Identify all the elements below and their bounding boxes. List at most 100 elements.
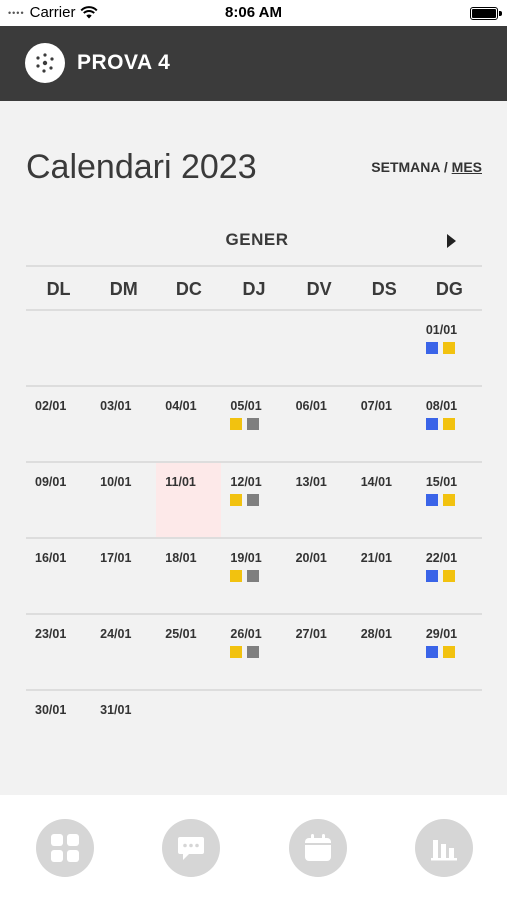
calendar-day-cell[interactable]: 12/01	[221, 463, 286, 537]
status-bar: •••• Carrier 8:06 AM	[0, 0, 507, 26]
calendar-day-cell[interactable]: 18/01	[156, 539, 221, 613]
event-markers	[425, 494, 482, 506]
blue-event-marker	[425, 494, 438, 506]
weekday-header: DL DM DC DJ DV DS DG	[26, 265, 482, 311]
calendar-empty-cell	[417, 691, 482, 767]
event-markers	[425, 646, 482, 658]
blue-event-marker	[425, 570, 438, 582]
day-date: 10/01	[100, 475, 132, 489]
view-switch: SETMANA / MES	[371, 159, 482, 175]
event-markers	[230, 570, 286, 582]
calendar-day-cell[interactable]: 24/01	[91, 615, 156, 689]
view-separator: /	[439, 159, 452, 175]
calendar-day-cell[interactable]: 31/01	[91, 691, 156, 767]
day-date: 25/01	[165, 627, 197, 641]
calendar-day-cell[interactable]: 03/01	[91, 387, 156, 461]
gray-event-marker	[247, 494, 260, 506]
yellow-event-marker	[230, 570, 243, 582]
calendar-day-cell[interactable]: 02/01	[26, 387, 91, 461]
calendar-day-cell[interactable]: 17/01	[91, 539, 156, 613]
next-month-arrow-icon[interactable]	[447, 234, 456, 248]
day-date: 21/01	[360, 551, 392, 565]
day-date: 22/01	[425, 551, 458, 565]
month-view-link[interactable]: MES	[452, 159, 482, 175]
calendar-day-cell[interactable]: 30/01	[26, 691, 91, 767]
tab-chat-button[interactable]	[162, 819, 220, 877]
day-date: 05/01	[230, 399, 262, 413]
weekday-label: DM	[109, 279, 138, 299]
tab-stats-button[interactable]	[415, 819, 473, 877]
day-date: 26/01	[230, 627, 262, 641]
calendar-day-cell[interactable]: 25/01	[156, 615, 221, 689]
calendar-day-cell[interactable]: 14/01	[352, 463, 417, 537]
calendar-day-cell[interactable]: 05/01	[221, 387, 286, 461]
tab-grid-button[interactable]	[36, 819, 94, 877]
weekday-label: DJ	[242, 279, 266, 299]
calendar-day-cell[interactable]: 27/01	[287, 615, 352, 689]
calendar-day-cell[interactable]: 11/01	[156, 463, 222, 537]
calendar-day-cell[interactable]: 06/01	[287, 387, 352, 461]
event-markers	[230, 646, 286, 658]
yellow-event-marker	[230, 494, 243, 506]
calendar-day-cell[interactable]: 13/01	[287, 463, 352, 537]
calendar-day-cell[interactable]: 10/01	[91, 463, 156, 537]
app-title: PROVA 4	[77, 51, 171, 74]
day-date: 04/01	[165, 399, 197, 413]
event-markers	[230, 418, 286, 430]
day-date: 07/01	[360, 399, 392, 413]
app-logo-icon	[25, 43, 65, 83]
calendar-day-cell[interactable]: 04/01	[156, 387, 221, 461]
day-date: 31/01	[100, 703, 132, 717]
app-header: PROVA 4	[0, 26, 507, 101]
calendar-day-cell[interactable]: 20/01	[287, 539, 352, 613]
bar-chart-icon	[431, 840, 457, 861]
calendar-week-row: 16/01 17/01 18/01 19/01 20/01 21/01 22/01	[26, 539, 482, 615]
calendar-day-cell[interactable]: 19/01	[221, 539, 286, 613]
day-date: 13/01	[295, 475, 327, 489]
event-markers	[425, 418, 482, 430]
calendar-empty-cell	[221, 691, 286, 767]
yellow-event-marker	[442, 342, 455, 354]
calendar-empty-cell	[156, 311, 221, 385]
calendar-day-cell[interactable]: 23/01	[26, 615, 91, 689]
day-date: 18/01	[165, 551, 197, 565]
day-date: 20/01	[295, 551, 327, 565]
calendar-day-cell[interactable]: 29/01	[417, 615, 482, 689]
tab-calendar-button[interactable]	[289, 819, 347, 877]
month-navigation: GENER	[26, 230, 482, 254]
calendar-day-cell[interactable]: 16/01	[26, 539, 91, 613]
chat-icon	[178, 837, 204, 860]
calendar-icon	[305, 834, 331, 861]
grid-icon	[51, 834, 79, 862]
yellow-event-marker	[442, 570, 455, 582]
day-date: 11/01	[165, 475, 196, 489]
calendar-empty-cell	[26, 311, 91, 385]
calendar-week-row: 30/01 31/01	[26, 691, 482, 767]
day-date: 24/01	[100, 627, 132, 641]
calendar-title: Calendari 2023	[26, 148, 257, 186]
calendar-day-cell[interactable]: 21/01	[352, 539, 417, 613]
calendar-day-cell[interactable]: 22/01	[417, 539, 482, 613]
calendar-empty-cell	[287, 311, 352, 385]
bottom-tab-bar	[0, 795, 507, 900]
calendar-day-cell[interactable]: 08/01	[417, 387, 482, 461]
week-view-link[interactable]: SETMANA	[371, 159, 440, 175]
calendar-empty-cell	[91, 311, 156, 385]
day-date: 16/01	[35, 551, 67, 565]
calendar-day-cell[interactable]: 09/01	[26, 463, 91, 537]
event-markers	[425, 342, 482, 354]
yellow-event-marker	[230, 646, 243, 658]
weekday-label: DL	[46, 279, 71, 299]
calendar-empty-cell	[156, 691, 221, 767]
calendar-day-cell[interactable]: 28/01	[352, 615, 417, 689]
weekday-label: DV	[306, 279, 332, 299]
event-markers	[230, 494, 286, 506]
calendar-empty-cell	[287, 691, 352, 767]
calendar-day-cell[interactable]: 26/01	[221, 615, 286, 689]
battery-tip	[499, 11, 502, 16]
calendar-day-cell[interactable]: 15/01	[417, 463, 482, 537]
gray-event-marker	[247, 418, 260, 430]
calendar-day-cell[interactable]: 07/01	[352, 387, 417, 461]
calendar-day-cell[interactable]: 01/01	[417, 311, 482, 385]
day-date: 30/01	[35, 703, 67, 717]
